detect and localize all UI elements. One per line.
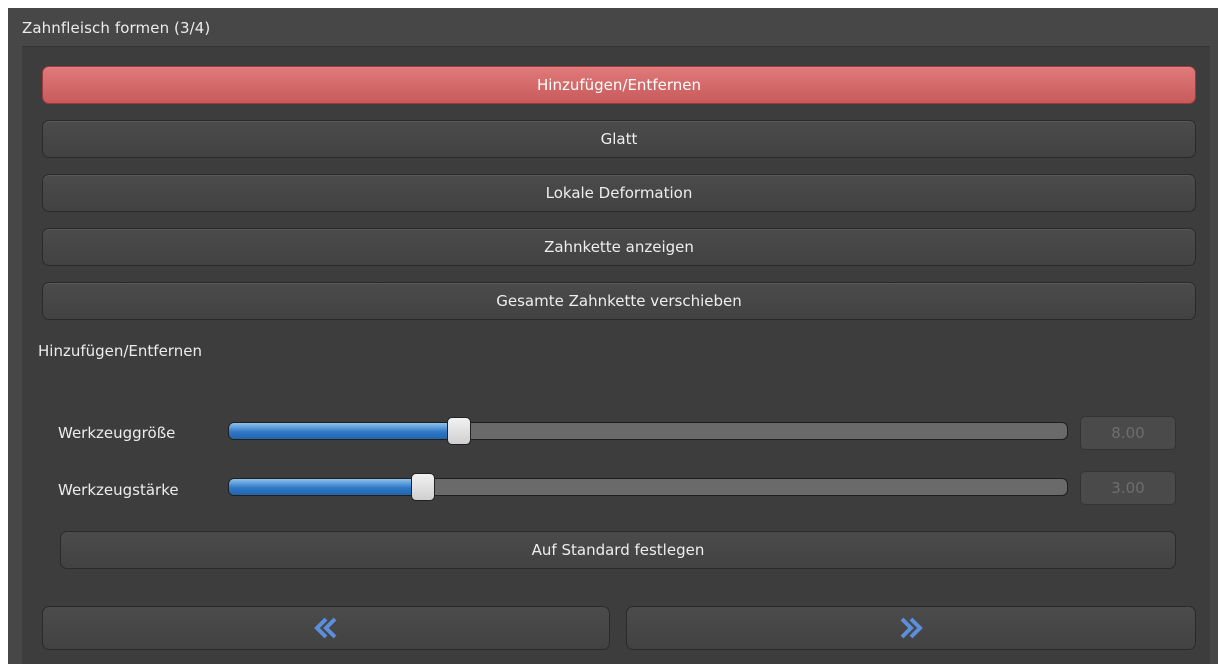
tool-strength-label: Werkzeugstärke	[58, 481, 179, 499]
show-tooth-chain-button[interactable]: Zahnkette anzeigen	[42, 228, 1196, 266]
tool-window: Zahnfleisch formen (3/4) Hinzufügen/Entf…	[8, 8, 1218, 664]
tool-size-label: Werkzeuggröße	[58, 424, 176, 442]
tool-size-fill	[229, 423, 460, 439]
section-label: Hinzufügen/Entfernen	[38, 342, 202, 360]
double-chevron-left-icon	[314, 617, 337, 639]
set-default-button[interactable]: Auf Standard festlegen	[60, 531, 1176, 569]
forward-button[interactable]	[626, 606, 1196, 650]
tool-size-value: 8.00	[1080, 416, 1176, 450]
add-remove-button[interactable]: Hinzufügen/Entfernen	[42, 66, 1196, 104]
tool-panel: Hinzufügen/Entfernen Glatt Lokale Deform…	[22, 46, 1210, 664]
double-chevron-right-icon	[900, 617, 923, 639]
tool-strength-slider[interactable]	[228, 478, 1068, 496]
smooth-button[interactable]: Glatt	[42, 120, 1196, 158]
back-button[interactable]	[42, 606, 610, 650]
tool-strength-fill	[229, 479, 424, 495]
move-tooth-chain-button[interactable]: Gesamte Zahnkette verschieben	[42, 282, 1196, 320]
window-title: Zahnfleisch formen (3/4)	[22, 19, 211, 37]
local-deformation-button[interactable]: Lokale Deformation	[42, 174, 1196, 212]
tool-size-slider[interactable]	[228, 422, 1068, 440]
tool-strength-value: 3.00	[1080, 471, 1176, 505]
tool-strength-thumb[interactable]	[410, 473, 435, 501]
tool-size-thumb[interactable]	[447, 417, 471, 445]
